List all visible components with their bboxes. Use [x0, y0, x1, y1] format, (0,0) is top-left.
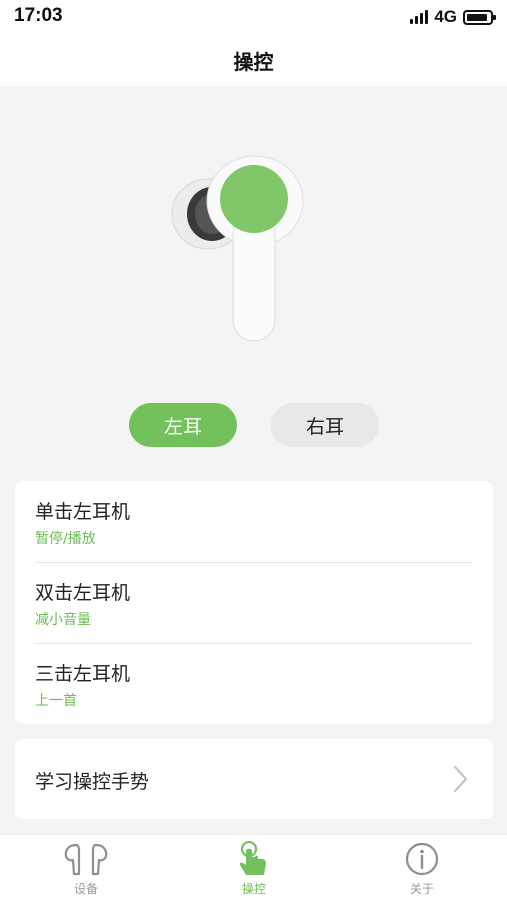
left-ear-tab[interactable]: 左耳 [129, 403, 237, 447]
right-ear-tab[interactable]: 右耳 [271, 403, 379, 447]
battery-icon [463, 9, 496, 25]
action-title: 三击左耳机 [35, 663, 131, 685]
network-type: 4G [434, 7, 457, 26]
nav-bar: 操控 [0, 34, 507, 86]
action-value: 上一首 [35, 693, 77, 709]
tab-label: 操控 [241, 882, 266, 896]
page-title: 操控 [233, 49, 274, 74]
signal-icon [410, 10, 429, 24]
tab-about[interactable]: 关于 [362, 835, 482, 900]
status-time: 17:03 [14, 5, 63, 26]
tab-devices[interactable]: 设备 [26, 835, 146, 900]
tab-label: 关于 [409, 882, 434, 896]
tab-label: 设备 [73, 882, 98, 896]
tab-control[interactable]: 操控 [194, 835, 314, 900]
single-tap-row[interactable]: 单击左耳机 暂停/播放 [35, 481, 473, 562]
action-value: 暂停/播放 [35, 531, 96, 547]
action-title: 单击左耳机 [35, 501, 131, 523]
double-tap-row[interactable]: 双击左耳机 减小音量 [35, 562, 473, 643]
action-title: 双击左耳机 [35, 582, 131, 604]
earbud-illustration-area [0, 86, 507, 386]
triple-tap-row[interactable]: 三击左耳机 上一首 [35, 643, 473, 724]
battery-level [467, 13, 487, 21]
status-bar: 17:03 4G [0, 0, 507, 34]
earbuds-icon [64, 843, 108, 876]
learn-gestures-row[interactable]: 学习操控手势 [15, 739, 493, 819]
learn-gestures-label: 学习操控手势 [35, 771, 150, 793]
earbud-illustration [171, 155, 304, 342]
info-icon [405, 842, 439, 876]
gesture-actions-card: 单击左耳机 暂停/播放 双击左耳机 减小音量 三击左耳机 上一首 [15, 481, 493, 724]
status-indicators: 4G [410, 6, 496, 28]
action-value: 减小音量 [35, 612, 91, 628]
ear-selector: 左耳 右耳 [0, 403, 507, 449]
bottom-tab-bar: 设备 操控 关于 [0, 834, 507, 900]
touch-hand-icon [239, 841, 266, 875]
chevron-right-icon [453, 765, 468, 793]
